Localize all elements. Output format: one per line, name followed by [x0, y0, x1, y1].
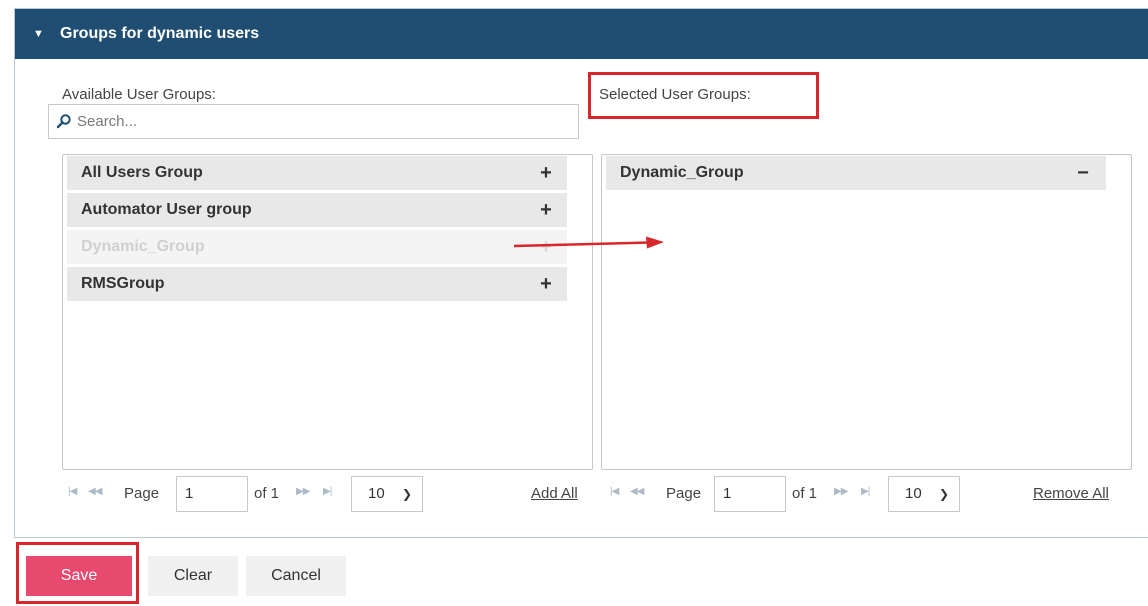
next-page-icon[interactable]: ▶▶ — [834, 486, 848, 497]
save-button[interactable]: Save — [26, 556, 132, 596]
first-page-icon[interactable]: |◀ — [610, 486, 619, 497]
clear-button[interactable]: Clear — [148, 556, 238, 596]
add-all-link[interactable]: Add All — [531, 485, 578, 502]
add-icon[interactable]: + — [537, 156, 555, 190]
page-size-value: 10 — [905, 485, 922, 502]
group-name: Automator User group — [81, 201, 252, 218]
page-count: of 1 — [254, 485, 280, 502]
chevron-down-icon: ❯ — [401, 487, 412, 501]
page-number-input[interactable]: 1 — [176, 476, 248, 512]
chevron-down-icon: ❯ — [938, 487, 949, 501]
cancel-button[interactable]: Cancel — [246, 556, 346, 596]
group-name: All Users Group — [81, 164, 203, 181]
available-pager: |◀ ◀◀ Page 1 of 1 ▶▶ ▶| 10 ❯ — [68, 476, 593, 512]
last-page-icon[interactable]: ▶| — [861, 486, 870, 497]
section-header[interactable]: ▼ Groups for dynamic users — [15, 9, 1148, 59]
first-page-icon[interactable]: |◀ — [68, 486, 77, 497]
section-title: Groups for dynamic users — [60, 25, 260, 42]
available-groups-label: Available User Groups: — [62, 86, 216, 103]
page-size-select[interactable]: 10 ❯ — [888, 476, 960, 512]
search-input[interactable] — [77, 105, 567, 138]
available-search[interactable] — [48, 104, 579, 139]
list-item[interactable]: All Users Group + — [67, 156, 567, 190]
selected-groups-list: Dynamic_Group − — [601, 154, 1132, 470]
page-number-input[interactable]: 1 — [714, 476, 786, 512]
prev-page-icon[interactable]: ◀◀ — [630, 486, 644, 497]
list-item[interactable]: Dynamic_Group − — [606, 156, 1106, 190]
group-name: Dynamic_Group — [620, 164, 744, 181]
selected-groups-label: Selected User Groups: — [599, 86, 751, 103]
prev-page-icon[interactable]: ◀◀ — [88, 486, 102, 497]
arrow-annotation-icon — [513, 236, 664, 249]
last-page-icon[interactable]: ▶| — [323, 486, 332, 497]
collapse-caret-icon[interactable]: ▼ — [33, 9, 44, 59]
remove-icon[interactable]: − — [1074, 156, 1092, 190]
add-icon[interactable]: + — [537, 193, 555, 227]
selected-pager: |◀ ◀◀ Page 1 of 1 ▶▶ ▶| 10 ❯ — [610, 476, 960, 512]
page-count: of 1 — [792, 485, 818, 502]
next-page-icon[interactable]: ▶▶ — [296, 486, 310, 497]
group-name: Dynamic_Group — [81, 238, 205, 255]
available-groups-list: All Users Group + Automator User group +… — [62, 154, 593, 470]
page-label: Page — [124, 485, 160, 502]
page-size-select[interactable]: 10 ❯ — [351, 476, 423, 512]
page-size-value: 10 — [368, 485, 385, 502]
remove-all-link[interactable]: Remove All — [1033, 485, 1109, 502]
list-item[interactable]: Automator User group + — [67, 193, 567, 227]
page-label: Page — [666, 485, 702, 502]
group-name: RMSGroup — [81, 275, 165, 292]
list-item[interactable]: RMSGroup + — [67, 267, 567, 301]
list-item[interactable]: Dynamic_Group + — [67, 230, 567, 264]
add-icon[interactable]: + — [537, 267, 555, 301]
search-icon — [56, 114, 71, 129]
